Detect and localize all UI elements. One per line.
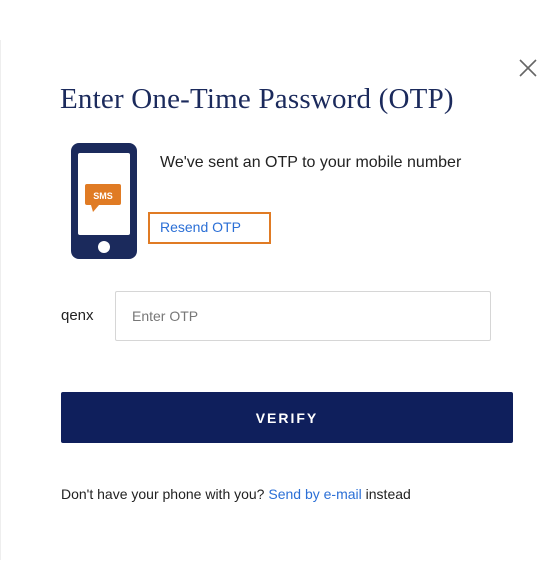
otp-input[interactable] <box>115 291 491 341</box>
otp-sent-message: We've sent an OTP to your mobile number <box>160 154 462 171</box>
footer-prompt: Don't have your phone with you? <box>61 486 269 502</box>
dialog-title: Enter One-Time Password (OTP) <box>60 83 454 115</box>
phone-sms-icon: SMS <box>69 141 139 261</box>
verify-button[interactable]: VERIFY <box>61 392 513 443</box>
footer-suffix: instead <box>361 486 411 502</box>
resend-otp-link[interactable]: Resend OTP <box>160 219 241 235</box>
close-icon <box>519 59 537 77</box>
send-by-email-link[interactable]: Send by e-mail <box>268 486 361 502</box>
sms-badge-label: SMS <box>93 191 113 201</box>
otp-prefix: qenx <box>61 307 94 324</box>
dialog-edge <box>0 40 1 560</box>
footer-text: Don't have your phone with you? Send by … <box>61 486 411 502</box>
close-button[interactable] <box>516 56 540 80</box>
